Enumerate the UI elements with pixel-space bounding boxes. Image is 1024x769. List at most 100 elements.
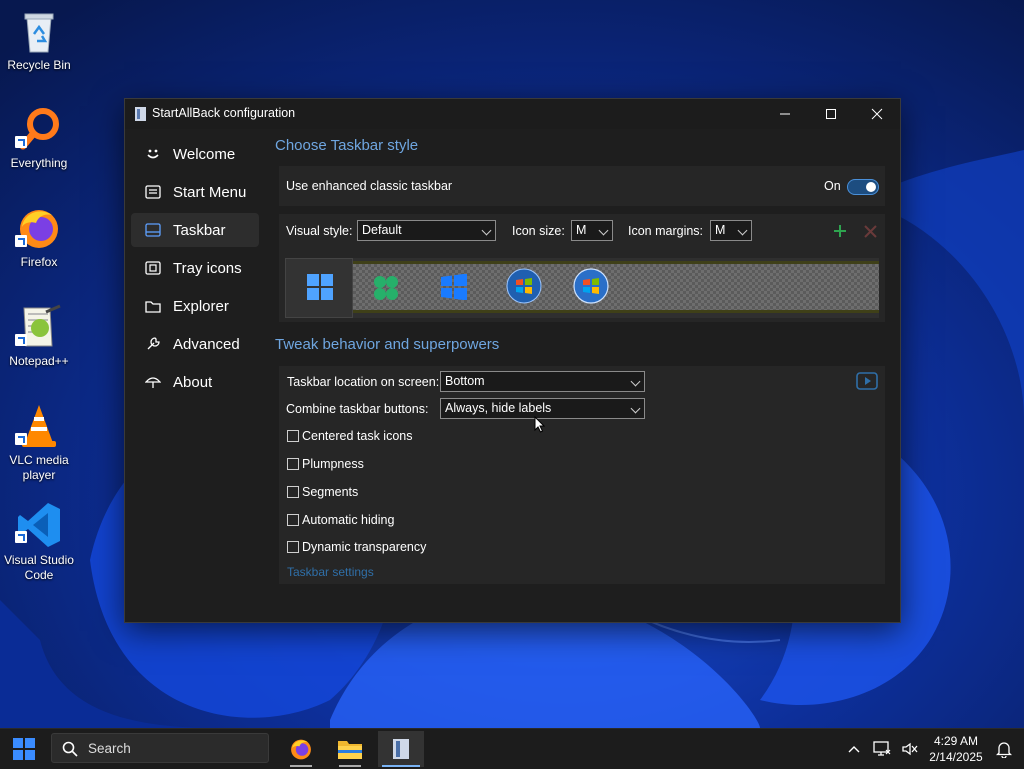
firefox-icon: [291, 739, 311, 760]
folder-icon: [142, 299, 164, 313]
remove-style-x-icon[interactable]: [864, 225, 877, 238]
show-hidden-icons-button[interactable]: [844, 729, 864, 769]
tray-icon: [142, 261, 164, 275]
desktop-icon-label: Recycle Bin: [7, 58, 71, 72]
title-bar[interactable]: StartAllBack configuration: [125, 99, 900, 129]
running-indicator: [339, 765, 361, 767]
section-title-behavior: Tweak behavior and superpowers: [275, 336, 500, 353]
network-icon: [873, 741, 891, 756]
shortcut-arrow-icon: [15, 235, 27, 247]
add-style-plus-icon[interactable]: [833, 224, 847, 238]
desktop-icon-recycle-bin[interactable]: Recycle Bin: [1, 8, 77, 73]
chevron-down-icon: [598, 225, 609, 236]
maximize-button[interactable]: [808, 99, 854, 129]
sidebar-item-label: Advanced: [173, 335, 240, 353]
combine-buttons-label: Combine taskbar buttons:: [286, 402, 429, 416]
automatic-hiding-checkbox[interactable]: [287, 514, 299, 526]
preview-checker-background: [353, 261, 879, 313]
desktop-icon-label: Notepad++: [9, 354, 69, 368]
sidebar-item-welcome[interactable]: Welcome: [131, 137, 259, 171]
search-icon: [62, 741, 78, 757]
sidebar-item-label: About: [173, 373, 213, 391]
centered-task-icons-checkbox[interactable]: [287, 430, 299, 442]
clock-time: 4:29 AM: [933, 734, 979, 748]
minimize-button[interactable]: [762, 99, 808, 129]
chevron-down-icon: [630, 376, 641, 387]
taskbar-app-firefox[interactable]: [278, 731, 324, 767]
taskbar-location-value: Bottom: [445, 374, 485, 388]
network-tray-button[interactable]: [870, 729, 894, 769]
shortcut-arrow-icon: [15, 433, 27, 445]
desktop-icon-notepad-plus-plus[interactable]: Notepad++: [1, 304, 77, 369]
toggle-state-label: On: [824, 179, 841, 193]
icon-margins-select[interactable]: M: [710, 220, 752, 241]
icon-size-value: M: [576, 223, 587, 237]
search-placeholder: Search: [88, 741, 131, 756]
dynamic-transparency-label: Dynamic transparency: [302, 540, 427, 554]
maximize-icon: [826, 109, 836, 119]
shortcut-arrow-icon: [15, 136, 27, 148]
taskbar-location-label: Taskbar location on screen:: [287, 375, 440, 389]
icon-margins-value: M: [715, 223, 726, 237]
icon-size-select[interactable]: M: [571, 220, 613, 241]
volume-muted-icon: [902, 742, 918, 756]
shortcut-arrow-icon: [15, 334, 27, 346]
config-window: StartAllBack configuration Welcome Start…: [124, 98, 901, 623]
visual-style-label: Visual style:: [286, 224, 353, 238]
desktop-icon-firefox[interactable]: Firefox: [1, 205, 77, 270]
windows-vista-orb-icon[interactable]: [573, 268, 609, 304]
windows10-logo-icon[interactable]: [441, 274, 467, 300]
visual-style-value: Default: [362, 223, 402, 237]
enhanced-taskbar-label: Use enhanced classic taskbar: [286, 179, 453, 193]
dynamic-transparency-checkbox[interactable]: [287, 541, 299, 553]
start-button[interactable]: [4, 733, 44, 765]
desktop-icon-vlc[interactable]: VLC media player: [1, 403, 77, 483]
sidebar-item-start-menu[interactable]: Start Menu: [131, 175, 259, 209]
chevron-down-icon: [630, 403, 641, 414]
windows-start-icon: [13, 738, 35, 760]
windows7-orb-icon[interactable]: [506, 268, 542, 304]
desktop-icon-vscode[interactable]: Visual Studio Code: [1, 501, 77, 583]
windows11-logo-icon[interactable]: [307, 274, 333, 300]
sidebar: Welcome Start Menu Taskbar Tray icons Ex…: [125, 135, 265, 403]
smiley-icon: [142, 147, 164, 161]
sidebar-item-taskbar[interactable]: Taskbar: [131, 213, 259, 247]
visual-style-select[interactable]: Default: [357, 220, 496, 241]
style-preview-strip: [285, 258, 879, 318]
umbrella-icon: [142, 374, 164, 390]
taskbar-app-file-explorer[interactable]: [327, 731, 373, 767]
startallback-app-icon: [393, 739, 409, 759]
taskbar-settings-link[interactable]: Taskbar settings: [287, 565, 374, 579]
sidebar-item-label: Explorer: [173, 297, 229, 315]
start-menu-icon: [142, 185, 164, 199]
sidebar-item-label: Taskbar: [173, 221, 226, 239]
sidebar-item-label: Welcome: [173, 145, 236, 163]
mouse-cursor-icon: [534, 416, 546, 433]
sidebar-item-about[interactable]: About: [131, 365, 259, 399]
plumpness-checkbox[interactable]: [287, 458, 299, 470]
taskbar-location-select[interactable]: Bottom: [440, 371, 645, 392]
sidebar-item-advanced[interactable]: Advanced: [131, 327, 259, 361]
enhanced-taskbar-toggle[interactable]: [847, 179, 879, 195]
taskbar-clock[interactable]: 4:29 AM 2/14/2025: [918, 733, 994, 765]
section-title-style: Choose Taskbar style: [275, 137, 419, 154]
desktop-icon-everything[interactable]: Everything: [1, 106, 77, 171]
video-help-icon[interactable]: [856, 372, 878, 390]
desktop-icon-label: VLC media player: [9, 453, 69, 482]
notifications-button[interactable]: [992, 729, 1016, 769]
centered-task-icons-label: Centered task icons: [302, 429, 413, 443]
taskbar-search-box[interactable]: Search: [51, 733, 269, 763]
clock-date: 2/14/2025: [929, 750, 983, 764]
recycle-bin-icon: [24, 13, 54, 53]
running-indicator: [290, 765, 312, 767]
close-button[interactable]: [854, 99, 900, 129]
automatic-hiding-label: Automatic hiding: [302, 513, 395, 527]
shortcut-arrow-icon: [15, 531, 27, 543]
sidebar-item-tray-icons[interactable]: Tray icons: [131, 251, 259, 285]
segments-checkbox[interactable]: [287, 486, 299, 498]
taskbar-app-startallback[interactable]: [378, 731, 424, 767]
desktop-icon-label: Firefox: [20, 255, 58, 269]
windows-green-logo-icon[interactable]: [373, 275, 399, 301]
sidebar-item-explorer[interactable]: Explorer: [131, 289, 259, 323]
desktop-icon-label: Visual Studio Code: [4, 553, 74, 582]
